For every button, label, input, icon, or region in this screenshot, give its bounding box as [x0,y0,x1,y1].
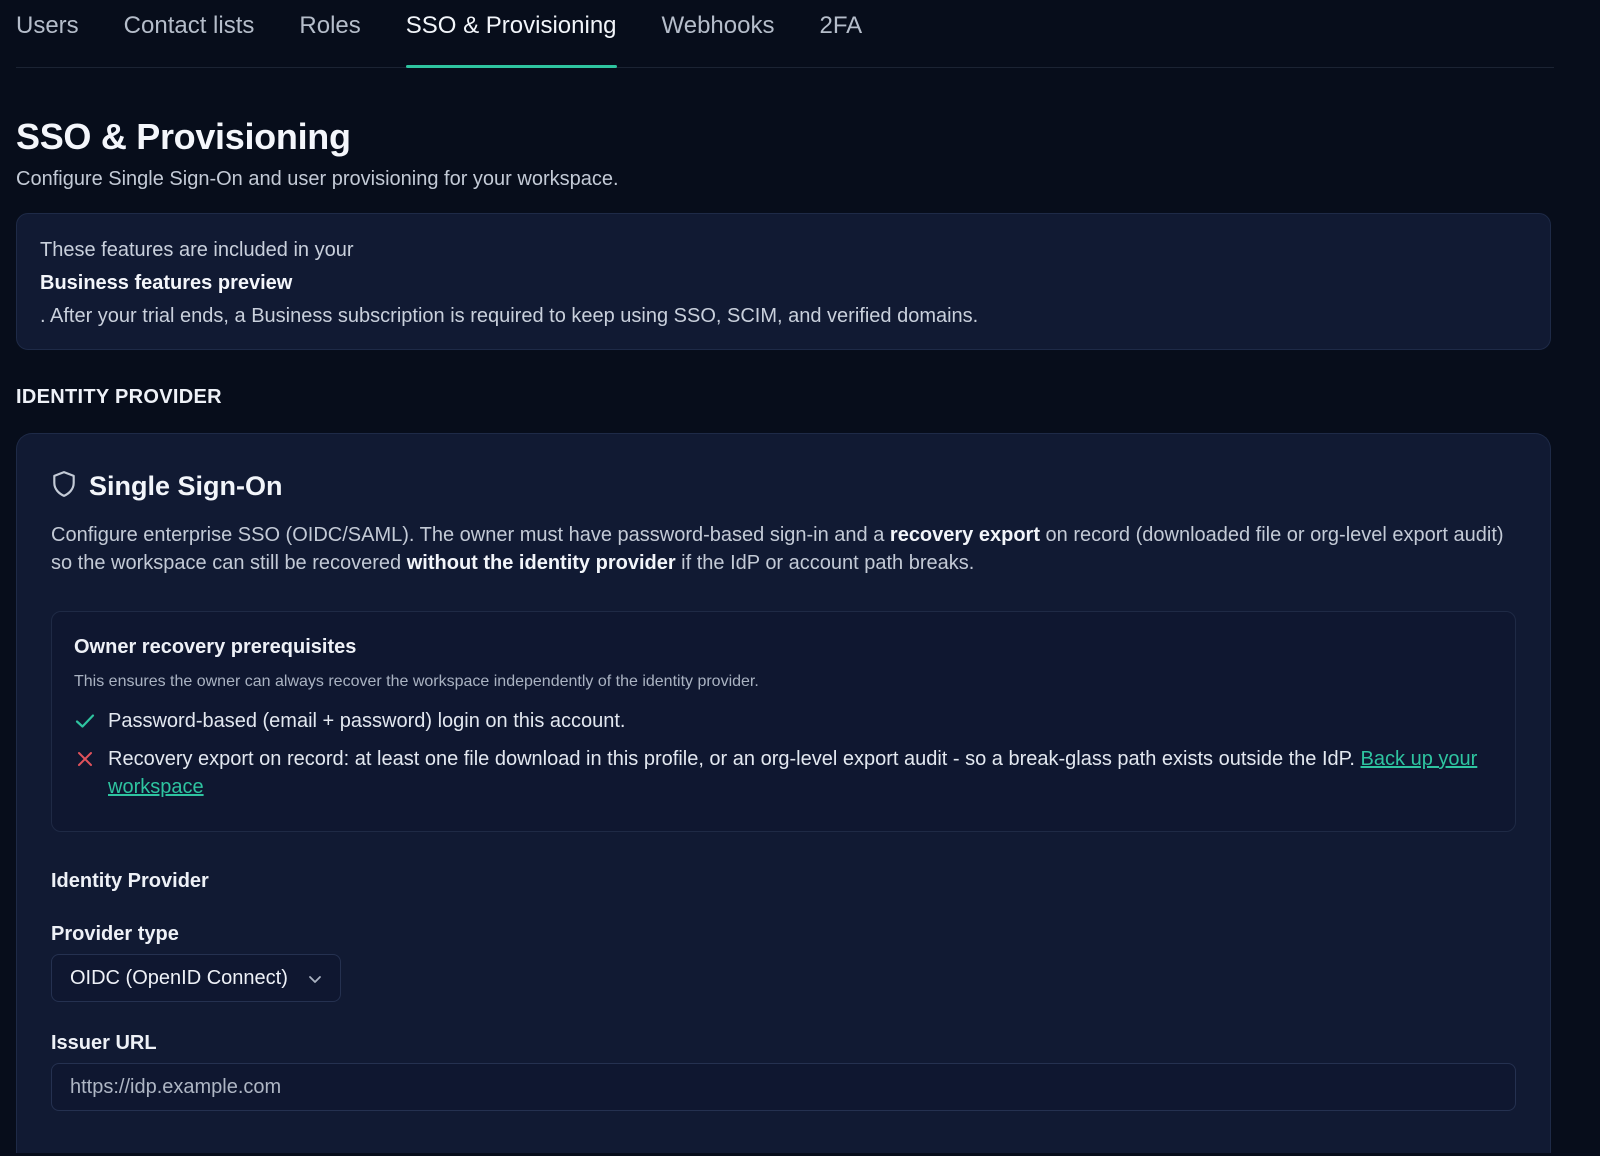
tab-webhooks[interactable]: Webhooks [662,0,775,67]
notice-text-end: . After your trial ends, a Business subs… [40,305,979,327]
tab-roles[interactable]: Roles [299,0,360,67]
page-subtitle: Configure Single Sign-On and user provis… [16,168,619,190]
notice-text: These features are included in your [40,239,354,261]
prereq-item-text: Password-based (email + password) login … [108,710,626,732]
shield-icon [51,470,77,503]
check-icon [74,707,96,735]
prereq-item-content: Recovery export on record: at least one … [108,745,1493,801]
x-icon [74,745,96,773]
desc-bold: recovery export [889,524,1040,546]
page-title: SSO & Provisioning [16,116,351,157]
settings-tabs: Users Contact lists Roles SSO & Provisio… [16,0,1554,68]
section-label: IDENTITY PROVIDER [16,386,222,408]
notice-plan-name: Business features preview [40,272,293,294]
prereq-item-text: Recovery export on record: at least one … [108,748,1361,770]
tab-2fa[interactable]: 2FA [819,0,862,67]
provider-type-select[interactable]: OIDC (OpenID Connect) [51,954,341,1002]
issuer-url-label: Issuer URL [51,1032,157,1054]
desc-text: if the IdP or account path breaks. [675,552,975,574]
desc-bold: without the identity provider [406,552,676,574]
tab-users[interactable]: Users [16,0,79,67]
prereq-subtitle: This ensures the owner can always recove… [74,673,759,690]
prereq-list: Password-based (email + password) login … [74,707,1493,801]
sso-card-title: Single Sign-On [89,471,283,501]
issuer-url-input[interactable] [51,1063,1516,1111]
prereq-item-recovery-export: Recovery export on record: at least one … [74,745,1493,801]
sso-card-description: Configure enterprise SSO (OIDC/SAML). Th… [51,521,1516,577]
trial-notice: These features are included in your Busi… [16,213,1551,350]
tab-contact-lists[interactable]: Contact lists [124,0,255,67]
provider-type-label: Provider type [51,923,179,945]
sso-card: Single Sign-On Configure enterprise SSO … [16,433,1551,1153]
chevron-down-icon [308,967,322,990]
identity-provider-heading: Identity Provider [51,870,209,892]
prereq-title: Owner recovery prerequisites [74,636,357,658]
sso-card-header: Single Sign-On [51,470,1516,503]
tab-sso-provisioning[interactable]: SSO & Provisioning [405,0,617,68]
desc-text: Configure enterprise SSO (OIDC/SAML). Th… [51,524,890,546]
provider-type-value: OIDC (OpenID Connect) [70,966,288,989]
prereq-item-password-login: Password-based (email + password) login … [74,707,1493,735]
page: Users Contact lists Roles SSO & Provisio… [0,0,1600,1156]
owner-recovery-prerequisites: Owner recovery prerequisites This ensure… [51,611,1516,832]
